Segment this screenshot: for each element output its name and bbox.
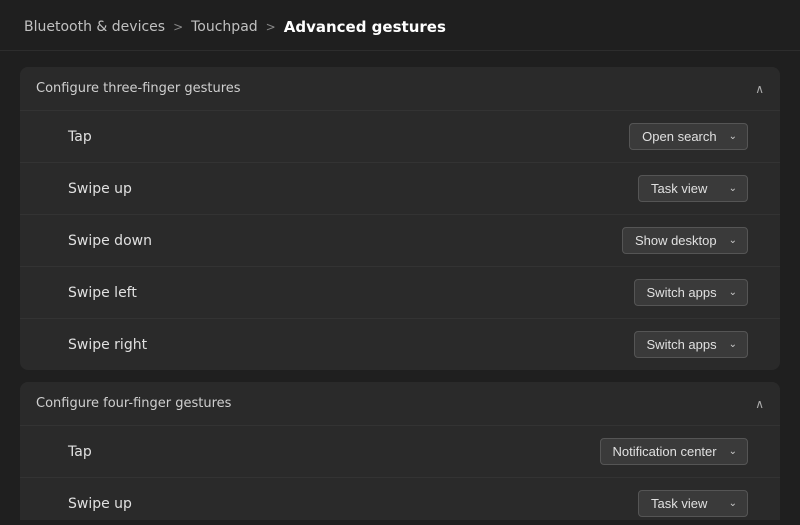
dropdown-chevron-icon-four-finger-1: ⌄	[729, 498, 737, 509]
gesture-label-three-finger-1: Swipe up	[68, 181, 132, 197]
gesture-dropdown-four-finger-0[interactable]: Notification center ⌄	[600, 438, 748, 465]
gesture-label-three-finger-4: Swipe right	[68, 337, 147, 353]
breadcrumb-sep2: >	[266, 20, 276, 34]
dropdown-chevron-icon-three-finger-1: ⌄	[729, 183, 737, 194]
gesture-label-four-finger-1: Swipe up	[68, 496, 132, 512]
dropdown-chevron-icon-three-finger-0: ⌄	[729, 131, 737, 142]
section-chevron-up-icon-four-finger: ∧	[755, 397, 764, 411]
breadcrumb-sep1: >	[173, 20, 183, 34]
gesture-dropdown-value-three-finger-2: Show desktop	[635, 233, 717, 248]
gesture-dropdown-value-three-finger-4: Switch apps	[647, 337, 717, 352]
gesture-dropdown-value-three-finger-3: Switch apps	[647, 285, 717, 300]
gesture-row-three-finger-0: Tap Open search ⌄	[20, 111, 780, 163]
gesture-label-three-finger-3: Swipe left	[68, 285, 137, 301]
gesture-dropdown-value-four-finger-1: Task view	[651, 496, 707, 511]
gesture-row-four-finger-1: Swipe up Task view ⌄	[20, 478, 780, 520]
section-title-four-finger: Configure four-finger gestures	[36, 396, 231, 411]
section-chevron-up-icon-three-finger: ∧	[755, 82, 764, 96]
section-four-finger: Configure four-finger gestures ∧ Tap Notifi…	[20, 382, 780, 520]
gesture-row-three-finger-3: Swipe left Switch apps ⌄	[20, 267, 780, 319]
breadcrumb: Bluetooth & devices > Touchpad > Advance…	[24, 18, 776, 36]
breadcrumb-part2[interactable]: Touchpad	[191, 19, 258, 35]
gesture-row-three-finger-2: Swipe down Show desktop ⌄	[20, 215, 780, 267]
breadcrumb-current: Advanced gestures	[284, 18, 446, 36]
breadcrumb-part1[interactable]: Bluetooth & devices	[24, 19, 165, 35]
dropdown-chevron-icon-three-finger-2: ⌄	[729, 235, 737, 246]
content: Configure three-finger gestures ∧ Tap Open …	[0, 51, 800, 520]
gesture-label-three-finger-2: Swipe down	[68, 233, 152, 249]
gesture-dropdown-three-finger-0[interactable]: Open search ⌄	[629, 123, 748, 150]
gesture-dropdown-three-finger-2[interactable]: Show desktop ⌄	[622, 227, 748, 254]
gesture-row-three-finger-1: Swipe up Task view ⌄	[20, 163, 780, 215]
gesture-dropdown-value-four-finger-0: Notification center	[613, 444, 717, 459]
gesture-dropdown-three-finger-1[interactable]: Task view ⌄	[638, 175, 748, 202]
dropdown-chevron-icon-four-finger-0: ⌄	[729, 446, 737, 457]
section-header-three-finger[interactable]: Configure three-finger gestures ∧	[20, 67, 780, 111]
section-header-four-finger[interactable]: Configure four-finger gestures ∧	[20, 382, 780, 426]
section-three-finger: Configure three-finger gestures ∧ Tap Open …	[20, 67, 780, 370]
gesture-dropdown-value-three-finger-1: Task view	[651, 181, 707, 196]
dropdown-chevron-icon-three-finger-3: ⌄	[729, 287, 737, 298]
gesture-label-three-finger-0: Tap	[68, 129, 92, 145]
section-title-three-finger: Configure three-finger gestures	[36, 81, 241, 96]
gesture-row-three-finger-4: Swipe right Switch apps ⌄	[20, 319, 780, 370]
gesture-dropdown-four-finger-1[interactable]: Task view ⌄	[638, 490, 748, 517]
gesture-row-four-finger-0: Tap Notification center ⌄	[20, 426, 780, 478]
gesture-label-four-finger-0: Tap	[68, 444, 92, 460]
gesture-dropdown-three-finger-4[interactable]: Switch apps ⌄	[634, 331, 748, 358]
gesture-dropdown-three-finger-3[interactable]: Switch apps ⌄	[634, 279, 748, 306]
dropdown-chevron-icon-three-finger-4: ⌄	[729, 339, 737, 350]
gesture-dropdown-value-three-finger-0: Open search	[642, 129, 716, 144]
header: Bluetooth & devices > Touchpad > Advance…	[0, 0, 800, 51]
